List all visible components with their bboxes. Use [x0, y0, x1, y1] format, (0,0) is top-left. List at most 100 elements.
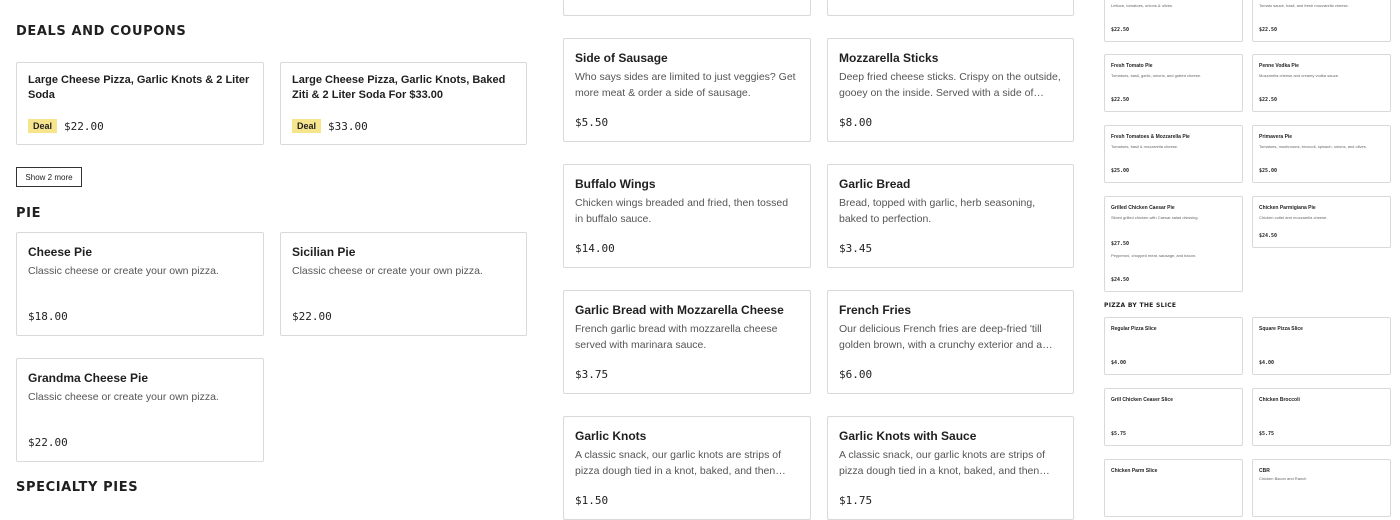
- item-description: A classic snack, our garlic knots are st…: [575, 449, 781, 477]
- deal-card[interactable]: Large Cheese Pizza, Garlic Knots, Baked …: [280, 62, 527, 145]
- item-name: CBR: [1259, 468, 1270, 474]
- menu-item-card[interactable]: Square Pizza Slice $4.00: [1252, 317, 1391, 375]
- item-description: Who says sides are limited to just veggi…: [575, 71, 796, 99]
- item-price: $4.00: [1259, 360, 1275, 366]
- item-name: Buffalo Wings: [575, 177, 656, 191]
- menu-item-card[interactable]: [563, 0, 811, 16]
- menu-item-card[interactable]: Garlic Bread Bread, topped with garlic, …: [827, 164, 1074, 268]
- menu-item-card[interactable]: Fresh Tomato Pie Tomatoes, basil, garlic…: [1104, 54, 1243, 112]
- item-description: Mozzarella cheese and creamy vodka sauce…: [1259, 73, 1340, 78]
- menu-item-card[interactable]: Chicken Parmigiana Pie Chicken cutlet an…: [1252, 196, 1391, 248]
- item-price: $5.50: [575, 116, 609, 129]
- item-description: Bread, topped with garlic, herb seasonin…: [839, 197, 1036, 225]
- item-price: $1.75: [839, 494, 873, 507]
- deal-name: Large Cheese Pizza, Garlic Knots & 2 Lit…: [28, 74, 250, 101]
- item-description: Classic cheese or create your own pizza.: [292, 265, 483, 277]
- menu-item-card[interactable]: Grill Chicken Ceaser Slice $5.75: [1104, 388, 1243, 446]
- deal-price: $33.00: [328, 119, 368, 133]
- menu-item-card[interactable]: Regular Pizza Slice $4.00: [1104, 317, 1243, 375]
- item-name: Garlic Knots with Sauce: [839, 429, 977, 443]
- deal-price-row: Deal $33.00: [292, 119, 368, 133]
- menu-item-card[interactable]: Garlic Knots with Sauce A classic snack,…: [827, 416, 1074, 520]
- item-name: Fresh Tomato Pie: [1111, 63, 1153, 69]
- menu-item-card[interactable]: Lettuce, tomatoes, onions & olives. $22.…: [1104, 0, 1243, 42]
- menu-item-card[interactable]: Garlic Bread with Mozzarella Cheese Fren…: [563, 290, 811, 394]
- menu-item-card[interactable]: Cheese Pie Classic cheese or create your…: [16, 232, 264, 336]
- item-description: Chicken wings breaded and fried, then to…: [575, 197, 789, 225]
- menu-item-card[interactable]: Buffalo Wings Chicken wings breaded and …: [563, 164, 811, 268]
- slice-section-title: Pizza by the Slice: [1104, 302, 1177, 309]
- item-price: $27.50: [1111, 241, 1130, 247]
- item-description: Tomatoes, basil, garlic, onions, and gra…: [1111, 73, 1202, 78]
- item-description: Deep fried cheese sticks. Crispy on the …: [839, 71, 1061, 99]
- deal-card[interactable]: Large Cheese Pizza, Garlic Knots & 2 Lit…: [16, 62, 264, 145]
- item-description: Chicken cutlet and mozzarella cheese.: [1259, 215, 1328, 220]
- menu-item-card[interactable]: Mozzarella Sticks Deep fried cheese stic…: [827, 38, 1074, 142]
- menu-item-card[interactable]: French Fries Our delicious French fries …: [827, 290, 1074, 394]
- item-price: $4.00: [1111, 360, 1127, 366]
- item-name: Penne Vodka Pie: [1259, 63, 1299, 69]
- item-name: Chicken Broccoli: [1259, 397, 1300, 403]
- menu-item-card[interactable]: Primavera Pie Tomatoes, mushrooms, brocc…: [1252, 125, 1391, 183]
- item-price: $22.00: [292, 310, 332, 323]
- specialty-section-title: Specialty Pies: [16, 480, 139, 495]
- item-description: Classic cheese or create your own pizza.: [28, 265, 219, 277]
- menu-item-card[interactable]: Tomato sauce, basil, and fresh mozzarell…: [1252, 0, 1391, 42]
- deal-price-row: Deal $22.00: [28, 119, 104, 133]
- item-name: Primavera Pie: [1259, 134, 1293, 140]
- menu-item-card[interactable]: Side of Sausage Who says sides are limit…: [563, 38, 811, 142]
- menu-item-card[interactable]: Fresh Tomatoes & Mozzarella Pie Tomatoes…: [1104, 125, 1243, 183]
- menu-item-card[interactable]: Grilled Chicken Caesar Pie Sliced grille…: [1104, 196, 1243, 292]
- item-price: $5.75: [1259, 431, 1275, 437]
- item-description: Our delicious French fries are deep-frie…: [839, 323, 1043, 351]
- item-price: $25.00: [1111, 168, 1130, 174]
- item-description: Classic cheese or create your own pizza.: [28, 391, 219, 403]
- item-price: $3.45: [839, 242, 873, 255]
- item-name: Cheese Pie: [28, 245, 93, 259]
- item-price: $22.00: [28, 436, 68, 449]
- deals-section-title: Deals and Coupons: [16, 24, 187, 39]
- item-description: Sliced grilled chicken with Caesar salad…: [1111, 215, 1199, 220]
- item-description: Tomato sauce, basil, and fresh mozzarell…: [1259, 3, 1349, 8]
- item-name: Grandma Cheese Pie: [28, 371, 149, 385]
- item-description: French garlic bread with mozzarella chee…: [575, 323, 778, 351]
- menu-item-card[interactable]: Penne Vodka Pie Mozzarella cheese and cr…: [1252, 54, 1391, 112]
- item-name: Grilled Chicken Caesar Pie: [1111, 205, 1175, 211]
- item-name: Square Pizza Slice: [1259, 326, 1303, 332]
- deal-price: $22.00: [64, 119, 104, 133]
- pie-section-title: Pie: [16, 206, 42, 221]
- item-name: Garlic Bread: [839, 177, 911, 191]
- item-name: Chicken Parm Slice: [1111, 468, 1158, 474]
- item-price: $18.00: [28, 310, 68, 323]
- deal-name: Large Cheese Pizza, Garlic Knots, Baked …: [292, 74, 506, 101]
- menu-item-card[interactable]: Sicilian Pie Classic cheese or create yo…: [280, 232, 527, 336]
- item-description: Tomatoes, mushrooms, broccoli, spinach, …: [1259, 144, 1367, 149]
- menu-item-card[interactable]: [827, 0, 1074, 16]
- item-price: $24.50: [1111, 277, 1130, 283]
- item-price: $22.50: [1111, 27, 1130, 33]
- item-price: $22.50: [1111, 97, 1130, 103]
- deal-badge: Deal: [28, 119, 58, 133]
- item-price: $22.50: [1259, 27, 1278, 33]
- menu-item-card[interactable]: Chicken Parm Slice: [1104, 459, 1243, 517]
- item-price: $24.50: [1259, 233, 1278, 239]
- menu-item-card[interactable]: Garlic Knots A classic snack, our garlic…: [563, 416, 811, 520]
- item-name: Grill Chicken Ceaser Slice: [1111, 397, 1173, 403]
- item-name: French Fries: [839, 303, 912, 317]
- item-name: Regular Pizza Slice: [1111, 326, 1157, 332]
- menu-item-card[interactable]: CBR Chicken Bacon and Ranch: [1252, 459, 1391, 517]
- item-name: Side of Sausage: [575, 51, 668, 65]
- item-price: $14.00: [575, 242, 615, 255]
- deal-badge: Deal: [292, 119, 322, 133]
- item-name: Garlic Bread with Mozzarella Cheese: [575, 303, 784, 317]
- item-price: $5.75: [1111, 431, 1127, 437]
- item-name: Fresh Tomatoes & Mozzarella Pie: [1111, 134, 1190, 140]
- item-price: $25.00: [1259, 168, 1278, 174]
- item-description: A classic snack, our garlic knots are st…: [839, 449, 1045, 477]
- show-more-deals-button[interactable]: Show 2 more: [16, 167, 82, 187]
- menu-item-card[interactable]: Grandma Cheese Pie Classic cheese or cre…: [16, 358, 264, 462]
- item-name: Chicken Parmigiana Pie: [1259, 205, 1316, 211]
- menu-item-card[interactable]: Chicken Broccoli $5.75: [1252, 388, 1391, 446]
- item-description: Tomatoes, basil & mozzarella cheese.: [1111, 144, 1179, 149]
- item-description: Pepperoni, chopped meat, sausage, and ba…: [1111, 253, 1197, 258]
